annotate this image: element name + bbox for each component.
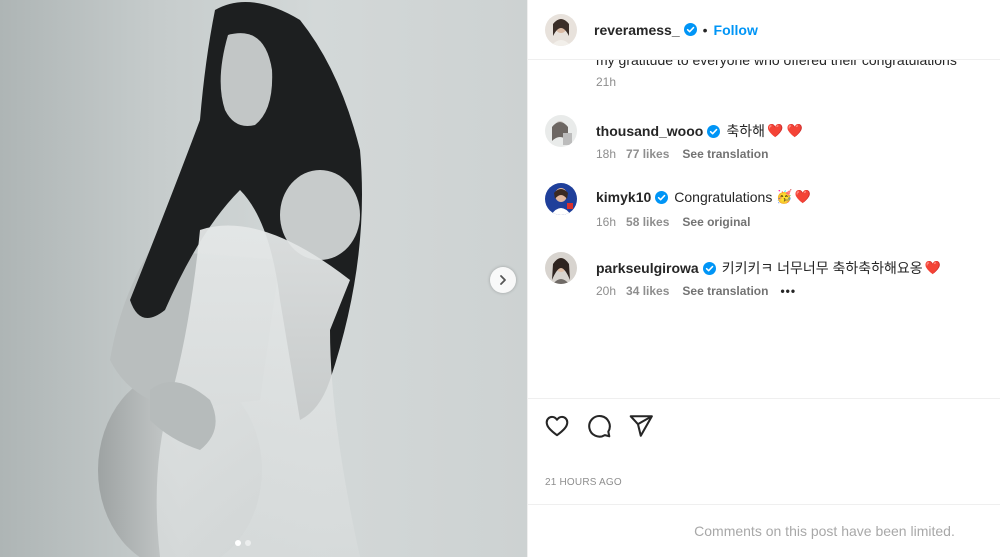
heart-emoji-icon: ❤️ <box>794 189 811 204</box>
comments-limited-notice: Comments on this post have been limited. <box>528 504 1000 557</box>
party-face-emoji-icon: 🥳 <box>776 189 793 204</box>
comment-item: parkseulgirowa 키키키ㅋ 너무너무 축하축하해요옹 ❤️ 20h … <box>545 252 985 302</box>
comment-likes[interactable]: 77 likes <box>626 147 669 161</box>
comment-body: kimyk10 Congratulations 🥳 ❤️ <box>596 189 811 205</box>
action-icon-row <box>544 413 654 439</box>
see-translation-link[interactable]: See translation <box>682 147 768 161</box>
commenter-username[interactable]: kimyk10 <box>596 189 651 205</box>
post-details-panel: reveramess_ • Follow my gratitude to eve… <box>527 0 1000 557</box>
comment-meta: 16h 58 likes See original <box>596 215 750 229</box>
comments-list[interactable]: my gratitude to everyone who offered the… <box>528 60 1000 398</box>
heart-emoji-icon: ❤️ <box>924 260 941 275</box>
post-photo <box>98 2 362 557</box>
see-translation-link[interactable]: See translation <box>682 284 768 298</box>
verified-badge-icon <box>707 124 721 138</box>
more-options-icon[interactable]: ••• <box>780 284 796 298</box>
caption-time: 21h <box>596 75 617 89</box>
author-username[interactable]: reveramess_ <box>594 22 680 38</box>
heart-icon[interactable] <box>544 413 570 439</box>
post-actions: 21 HOURS AGO <box>528 398 1000 504</box>
post-media <box>0 0 527 557</box>
commenter-avatar[interactable] <box>545 252 577 284</box>
comment-item: thousand_wooo 축하해 ❤️ ❤️ 18h 77 likes See… <box>545 115 985 165</box>
post-timestamp[interactable]: 21 HOURS AGO <box>545 477 622 488</box>
comment-likes[interactable]: 58 likes <box>626 215 669 229</box>
comment-item: kimyk10 Congratulations 🥳 ❤️ 16h 58 like… <box>545 183 985 233</box>
follow-button[interactable]: Follow <box>714 22 758 38</box>
see-original-link[interactable]: See original <box>682 215 750 229</box>
comment-bubble-icon[interactable] <box>586 413 612 439</box>
commenter-avatar[interactable] <box>545 183 577 215</box>
post-header: reveramess_ • Follow <box>528 0 1000 60</box>
comment-body: parkseulgirowa 키키키ㅋ 너무너무 축하축하해요옹 ❤️ <box>596 258 941 278</box>
comment-time[interactable]: 20h <box>596 284 616 298</box>
next-slide-button[interactable] <box>490 267 516 293</box>
verified-badge-icon <box>655 190 669 204</box>
comment-time[interactable]: 18h <box>596 147 616 161</box>
commenter-avatar[interactable] <box>545 115 577 147</box>
commenter-username[interactable]: thousand_wooo <box>596 123 703 139</box>
carousel-dot <box>245 540 251 546</box>
comment-body: thousand_wooo 축하해 ❤️ ❤️ <box>596 121 803 141</box>
carousel-dot-active <box>235 540 241 546</box>
carousel-indicators <box>235 540 251 546</box>
comment-meta: 20h 34 likes See translation ••• <box>596 284 796 298</box>
commenter-username[interactable]: parkseulgirowa <box>596 260 699 276</box>
comment-likes[interactable]: 34 likes <box>626 284 669 298</box>
comment-text: 축하해 <box>726 123 765 139</box>
author-avatar[interactable] <box>545 13 577 46</box>
verified-badge-icon <box>683 23 697 36</box>
heart-emoji-icon: ❤️ ❤️ <box>766 123 803 138</box>
comment-text: Congratulations <box>674 189 773 205</box>
comment-meta: 18h 77 likes See translation <box>596 147 768 161</box>
verified-badge-icon <box>702 261 716 275</box>
comment-time[interactable]: 16h <box>596 215 616 229</box>
header-separator: • <box>702 21 708 38</box>
paper-plane-icon[interactable] <box>628 413 654 439</box>
comment-text: 키키키ㅋ 너무너무 축하축하해요옹 <box>721 260 923 276</box>
caption-text: my gratitude to everyone who offered the… <box>596 60 957 68</box>
chevron-right-icon <box>500 275 506 285</box>
